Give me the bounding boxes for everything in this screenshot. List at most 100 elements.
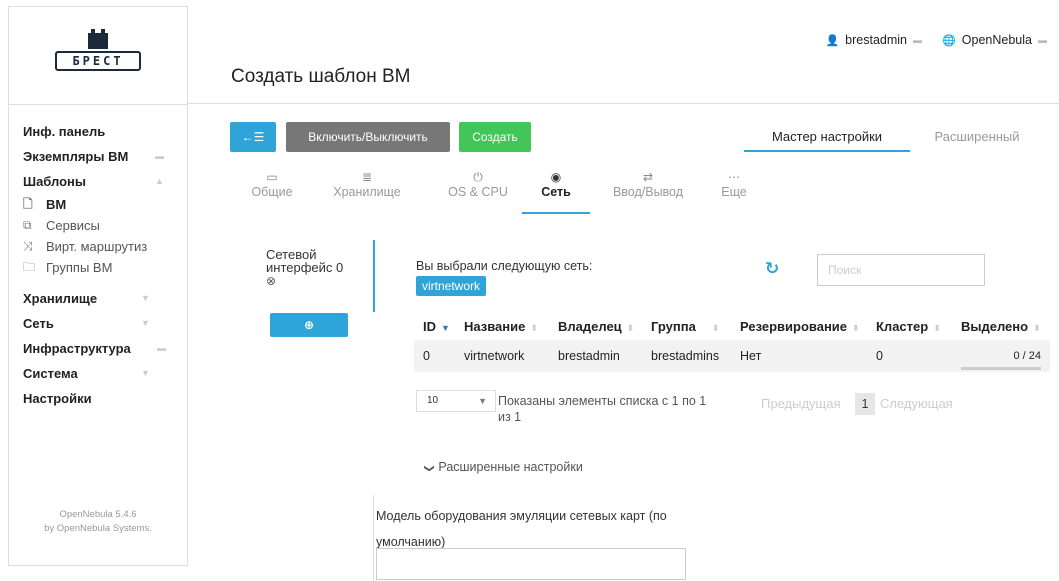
- sidebar-item-label: Инфраструктура: [23, 341, 131, 356]
- tab-storage[interactable]: ≣ Хранилище: [300, 164, 434, 214]
- nic-model-input[interactable]: [376, 548, 686, 580]
- sidebar-item-label: Шаблоны: [23, 174, 86, 189]
- advanced-label: Расширенные настройки: [438, 460, 583, 474]
- current-page-button[interactable]: 1: [855, 393, 875, 415]
- version-line: OpenNebula 5.4.6: [59, 509, 137, 520]
- sidebar-item-label: Инф. панель: [23, 124, 106, 139]
- user-icon: 👤: [825, 34, 840, 47]
- remove-circle-icon[interactable]: ⊗: [266, 274, 356, 288]
- tab-wizard[interactable]: Мастер настройки: [744, 122, 910, 152]
- sidebar-subitem-vrouters[interactable]: ⤨ Вирт. маршрутиз: [9, 236, 187, 257]
- toggle-button[interactable]: Включить/Выключить: [286, 122, 450, 152]
- table-row[interactable]: 0 virtnetwork brestadmin brestadmins Нет…: [414, 340, 1050, 372]
- sidebar-subitem-vm[interactable]: 🗋 ВМ: [9, 194, 187, 215]
- sidebar-item-instances[interactable]: Экземпляры ВМ ▬: [9, 144, 187, 169]
- monitor-icon: ▭: [266, 170, 278, 184]
- sidebar-item-dashboard[interactable]: Инф. панель: [9, 119, 187, 144]
- sidebar: БРЕСТ Инф. панель Экземпляры ВМ ▬ Шаблоны…: [8, 6, 188, 566]
- column-header-cluster[interactable]: Кластер ⬍: [876, 319, 961, 334]
- chevron-down-icon: ▬: [157, 343, 166, 353]
- sidebar-subitem-label: Группы ВМ: [46, 260, 113, 275]
- brest-logo: БРЕСТ: [53, 28, 143, 81]
- tab-label: OS & CPU: [448, 185, 508, 199]
- tab-advanced[interactable]: Расширенный: [910, 122, 1044, 152]
- sort-icon: ⬍: [933, 322, 941, 333]
- column-label: Название: [464, 318, 526, 334]
- nic-title[interactable]: Сетевой интерфейс 0: [266, 248, 356, 274]
- tab-other[interactable]: ⋯ Еще: [706, 164, 762, 214]
- castle-icon: [88, 28, 108, 49]
- sidebar-subitem-vmgroups[interactable]: 🗀 Группы ВМ: [9, 257, 187, 278]
- tab-io[interactable]: ⇄ Ввод/Вывод: [590, 164, 706, 214]
- cell-id: 0: [423, 349, 430, 363]
- sidebar-subitem-services[interactable]: ⧉ Сервисы: [9, 215, 187, 236]
- column-header-id[interactable]: ID ▼: [414, 319, 464, 334]
- sidebar-subitem-label: Вирт. маршрутиз: [46, 239, 148, 254]
- prev-page-button[interactable]: Предыдущая: [761, 396, 841, 411]
- back-to-list-button[interactable]: ←☰: [230, 122, 276, 152]
- chevron-down-icon: ▼: [141, 293, 150, 303]
- advanced-settings-toggle[interactable]: ❯ Расширенные настройки: [423, 460, 583, 474]
- sidebar-item-system[interactable]: Система ▼: [9, 361, 187, 386]
- user-menu[interactable]: 👤 brestadmin ▬: [825, 33, 922, 47]
- chevron-up-icon: ▲: [155, 176, 164, 186]
- page-size-value: 10: [427, 395, 439, 406]
- sidebar-item-infrastructure[interactable]: Инфраструктура ▬: [9, 336, 187, 361]
- column-label: Владелец: [558, 318, 622, 334]
- next-page-button[interactable]: Следующая: [880, 396, 953, 411]
- vendor-link[interactable]: by OpenNebula Systems.: [9, 522, 187, 536]
- column-header-allocated[interactable]: Выделено ⬍: [961, 319, 1050, 334]
- refresh-icon[interactable]: ↻: [765, 259, 779, 279]
- folder-icon: 🗀: [23, 260, 36, 274]
- exchange-icon: ⇄: [642, 170, 654, 184]
- sidebar-nav: Инф. панель Экземпляры ВМ ▬ Шаблоны ▲ 🗋 ВМ …: [9, 105, 187, 411]
- tab-os-cpu[interactable]: ⏻ OS & CPU: [434, 164, 522, 214]
- sidebar-item-label: Сеть: [23, 316, 54, 331]
- cell-name: virtnetwork: [464, 349, 525, 363]
- tab-general[interactable]: ▭ Общие: [244, 164, 300, 214]
- column-header-owner[interactable]: Владелец ⬍: [558, 319, 651, 334]
- file-icon: 🗋: [23, 197, 33, 211]
- sidebar-item-storage[interactable]: Хранилище ▼: [9, 286, 187, 311]
- search-input[interactable]: [817, 254, 985, 286]
- sort-icon: ⬍: [626, 322, 635, 333]
- pager-info: Показаны элементы списка с 1 по 1 из 1: [498, 394, 707, 424]
- cell-group: brestadmins: [651, 349, 720, 363]
- back-list-icon: ←☰: [241, 130, 265, 144]
- column-header-group[interactable]: Группа ⬍: [651, 319, 740, 334]
- sidebar-item-templates[interactable]: Шаблоны ▲: [9, 169, 187, 194]
- zone-menu[interactable]: 🌐 OpenNebula ▬: [942, 33, 1047, 47]
- tab-label: Сеть: [541, 185, 571, 199]
- sidebar-item-label: Экземпляры ВМ: [23, 149, 129, 164]
- column-header-name[interactable]: Название ⬍: [464, 319, 558, 334]
- copy-icon: ⧉: [23, 218, 32, 232]
- logo-area[interactable]: БРЕСТ: [9, 7, 187, 105]
- sidebar-item-settings[interactable]: Настройки: [9, 386, 187, 411]
- chevron-down-icon: ▬: [913, 35, 922, 45]
- column-header-reservation[interactable]: Резервирование ⬍: [740, 319, 876, 334]
- tab-label: Хранилище: [333, 185, 401, 199]
- column-label: Группа: [651, 318, 696, 334]
- plus-circle-icon: ⊕: [303, 318, 315, 332]
- tab-network[interactable]: ◉ Сеть: [522, 164, 590, 214]
- create-button[interactable]: Создать: [459, 122, 531, 152]
- nic-active-indicator: [373, 240, 375, 312]
- sidebar-item-label: Настройки: [23, 391, 92, 406]
- allocated-text: 0 / 24: [1013, 350, 1041, 362]
- app-window: БРЕСТ Инф. панель Экземпляры ВМ ▬ Шаблоны…: [0, 0, 1059, 581]
- column-label: Выделено: [961, 318, 1029, 334]
- storage-icon: ≣: [361, 170, 373, 184]
- table-header: ID ▼ Название ⬍ Владелец ⬍ Группа ⬍ Резервир…: [414, 312, 1050, 340]
- chevron-down-icon: ▼: [141, 368, 150, 378]
- tab-label: Еще: [721, 185, 747, 199]
- sidebar-item-network[interactable]: Сеть ▼: [9, 311, 187, 336]
- logo-text: БРЕСТ: [55, 50, 141, 71]
- globe-icon: ◉: [550, 170, 562, 184]
- ellipsis-icon: ⋯: [728, 170, 740, 184]
- section-tabs: ▭ Общие ≣ Хранилище ⏻ OS & CPU ◉ Сеть ⇄ Ввод/…: [244, 164, 762, 214]
- chevron-down-icon: ▬: [155, 151, 164, 161]
- add-nic-button[interactable]: ⊕: [270, 313, 348, 337]
- cell-cluster: 0: [876, 349, 883, 363]
- chevron-down-icon: ❯: [423, 464, 435, 473]
- page-size-select[interactable]: 10 ▼: [416, 390, 496, 412]
